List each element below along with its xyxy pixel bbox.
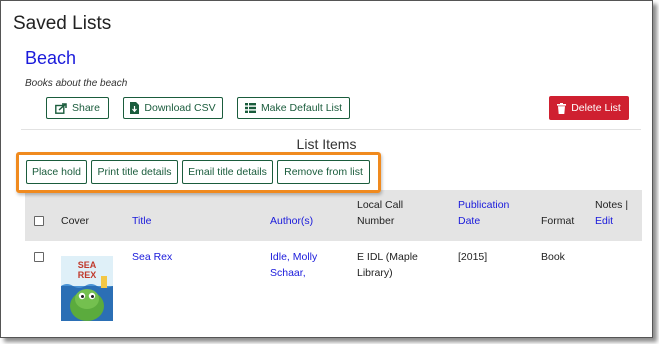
trash-icon — [557, 102, 567, 114]
column-header-format: Format — [541, 215, 575, 227]
item-pub-date: [2015] — [458, 251, 488, 263]
book-cover-image[interactable]: SEA REX — [61, 256, 113, 321]
list-description: Books about the beach — [25, 78, 128, 89]
make-default-list-label: Make Default List — [260, 102, 343, 114]
delete-list-label: Delete List — [571, 102, 621, 114]
cover-title-line2: REX — [78, 270, 97, 280]
list-icon — [244, 103, 256, 113]
download-csv-button[interactable]: Download CSV — [123, 97, 223, 119]
print-title-details-button[interactable]: Print title details — [91, 160, 178, 184]
item-format: Book — [541, 251, 565, 263]
list-items-heading: List Items — [296, 136, 357, 152]
item-author-link-2[interactable]: Schaar, — [270, 265, 306, 281]
share-label: Share — [71, 102, 101, 114]
saved-lists-panel: Saved Lists Beach Books about the beach … — [0, 0, 653, 338]
download-csv-label: Download CSV — [144, 102, 216, 114]
item-title-link[interactable]: Sea Rex — [132, 249, 172, 265]
download-file-icon — [130, 102, 140, 114]
column-header-call-number-line2: Number — [357, 215, 395, 227]
make-default-list-button[interactable]: Make Default List — [237, 97, 350, 119]
remove-from-list-button[interactable]: Remove from list — [277, 160, 370, 184]
column-header-pub-date-line2[interactable]: Date — [458, 213, 480, 229]
column-header-pub-date-line1[interactable]: Publication — [458, 197, 509, 213]
column-header-call-number-line1: Local Call — [357, 199, 404, 211]
list-title-link[interactable]: Beach — [25, 48, 76, 69]
item-author-link[interactable]: Idle, Molly — [270, 249, 317, 265]
select-all-checkbox[interactable] — [34, 216, 44, 226]
item-call-number: E IDL (Maple — [357, 251, 418, 263]
share-icon — [55, 102, 67, 114]
place-hold-button[interactable]: Place hold — [26, 160, 87, 184]
divider — [21, 129, 641, 130]
item-call-number-line2: Library) — [357, 267, 393, 279]
row-select-checkbox[interactable] — [34, 252, 44, 262]
delete-list-button[interactable]: Delete List — [549, 96, 629, 120]
column-header-edit[interactable]: Edit — [595, 213, 613, 229]
column-header-cover: Cover — [61, 215, 90, 227]
cover-title-line1: SEA — [78, 260, 97, 270]
column-header-notes: Notes | — [595, 199, 629, 211]
email-title-details-button[interactable]: Email title details — [182, 160, 273, 184]
page-title: Saved Lists — [13, 13, 112, 34]
column-header-authors[interactable]: Author(s) — [270, 213, 313, 229]
share-button[interactable]: Share — [46, 97, 109, 119]
column-header-title[interactable]: Title — [132, 213, 151, 229]
